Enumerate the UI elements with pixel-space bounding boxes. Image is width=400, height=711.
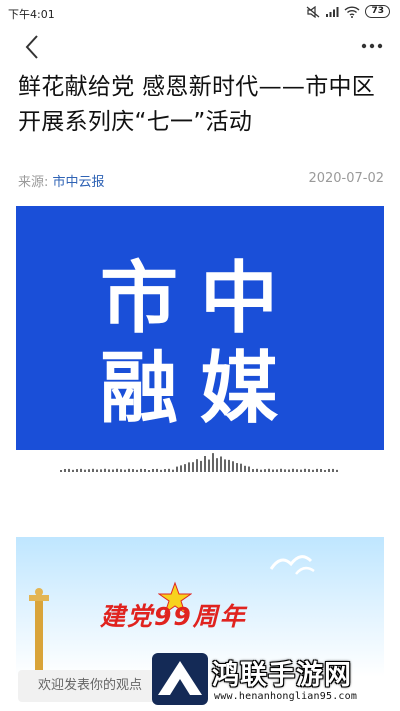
wave-bar xyxy=(292,468,294,472)
wave-bar xyxy=(272,469,274,472)
status-icons: 73 xyxy=(306,5,390,18)
wave-bar xyxy=(124,469,126,472)
wave-bar xyxy=(276,469,278,472)
wave-bar xyxy=(196,459,198,472)
wave-bar xyxy=(100,469,102,472)
wave-bar xyxy=(228,459,230,472)
status-bar: 下午4:01 73 xyxy=(0,0,400,26)
wave-bar xyxy=(168,468,170,472)
wave-bar xyxy=(280,468,282,472)
wave-bar xyxy=(172,469,174,472)
wave-bar xyxy=(316,468,318,472)
wave-bar xyxy=(96,469,98,472)
wave-bar xyxy=(260,469,262,472)
wave-bar xyxy=(236,463,238,472)
wave-bar xyxy=(160,469,162,472)
wave-bar xyxy=(68,468,70,472)
source-name[interactable]: 市中云报 xyxy=(53,175,105,190)
wave-bar xyxy=(240,463,242,472)
battery-indicator: 73 xyxy=(365,5,390,18)
wave-bar xyxy=(92,468,94,472)
wave-bar xyxy=(60,470,62,472)
article-meta: 来源: 市中云报 2020-07-02 xyxy=(18,171,384,191)
wifi-icon xyxy=(344,5,360,18)
wave-bar xyxy=(140,468,142,472)
wave-bar xyxy=(148,469,150,472)
wave-bar xyxy=(188,462,190,472)
wave-bar xyxy=(88,469,90,472)
wave-bar xyxy=(152,468,154,472)
status-time: 下午4:01 xyxy=(8,8,55,21)
wave-bar xyxy=(336,469,338,472)
wave-bar xyxy=(64,468,66,472)
publish-date: 2020-07-02 xyxy=(308,171,384,186)
wave-bar xyxy=(248,466,250,472)
top-nav xyxy=(0,26,400,68)
wave-bar xyxy=(184,464,186,472)
watermark-title: 鸿联手游网 xyxy=(212,660,352,691)
wave-bar xyxy=(264,469,266,472)
wave-bar xyxy=(192,462,194,472)
wave-bar xyxy=(232,461,234,472)
wave-bar xyxy=(164,469,166,472)
wave-bar xyxy=(112,469,114,472)
wave-bar xyxy=(284,469,286,472)
audio-waveform-icon[interactable] xyxy=(60,452,340,474)
media-logo: 市中 融媒 xyxy=(16,206,384,450)
wave-bar xyxy=(300,469,302,472)
wave-bar xyxy=(116,468,118,472)
wave-bar xyxy=(328,468,330,472)
wave-bar xyxy=(76,469,78,472)
wave-bar xyxy=(220,456,222,472)
wave-bar xyxy=(296,469,298,472)
wave-bar xyxy=(208,459,210,472)
wave-bar xyxy=(324,469,326,472)
wave-bar xyxy=(136,469,138,472)
wave-bar xyxy=(332,468,334,472)
wave-bar xyxy=(84,469,86,472)
article-title: 鲜花献给党 感恩新时代——市中区开展系列庆“七一”活动 xyxy=(18,74,376,135)
signal-icon xyxy=(326,6,339,17)
wave-bar xyxy=(204,456,206,472)
wave-bar xyxy=(256,468,258,472)
wave-bar xyxy=(304,468,306,472)
wave-bar xyxy=(144,468,146,472)
wave-bar xyxy=(224,459,226,472)
watermark-url: www.henanhonglian95.com xyxy=(214,691,358,702)
wave-bar xyxy=(104,468,106,472)
wave-bar xyxy=(108,469,110,472)
source-label: 来源: xyxy=(18,175,49,190)
wave-bar xyxy=(212,453,214,472)
wave-bar xyxy=(132,469,134,472)
wave-bar xyxy=(320,469,322,472)
wave-bar xyxy=(200,460,202,472)
wave-bar xyxy=(252,469,254,472)
wave-bar xyxy=(308,469,310,472)
wave-bar xyxy=(128,468,130,472)
watermark-logo-icon xyxy=(152,653,208,705)
logo-line-2: 融媒 xyxy=(99,344,300,434)
wave-bar xyxy=(288,469,290,472)
wave-bar xyxy=(268,468,270,472)
banner-title: 建党99周年 xyxy=(100,602,247,631)
wave-bar xyxy=(72,469,74,472)
pillar-icon xyxy=(29,588,49,677)
back-arrow-icon[interactable] xyxy=(18,32,48,62)
wave-bar xyxy=(156,468,158,472)
more-icon[interactable] xyxy=(360,36,384,56)
wave-bar xyxy=(244,465,246,472)
watermark: 鸿联手游网 www.henanhonglian95.com xyxy=(150,651,398,709)
wave-bar xyxy=(176,466,178,472)
wave-bar xyxy=(80,468,82,472)
wave-bar xyxy=(216,458,218,472)
dove-icon xyxy=(269,555,315,575)
mute-icon xyxy=(307,5,320,18)
wave-bar xyxy=(180,465,182,472)
wave-bar xyxy=(120,469,122,472)
wave-bar xyxy=(312,469,314,472)
